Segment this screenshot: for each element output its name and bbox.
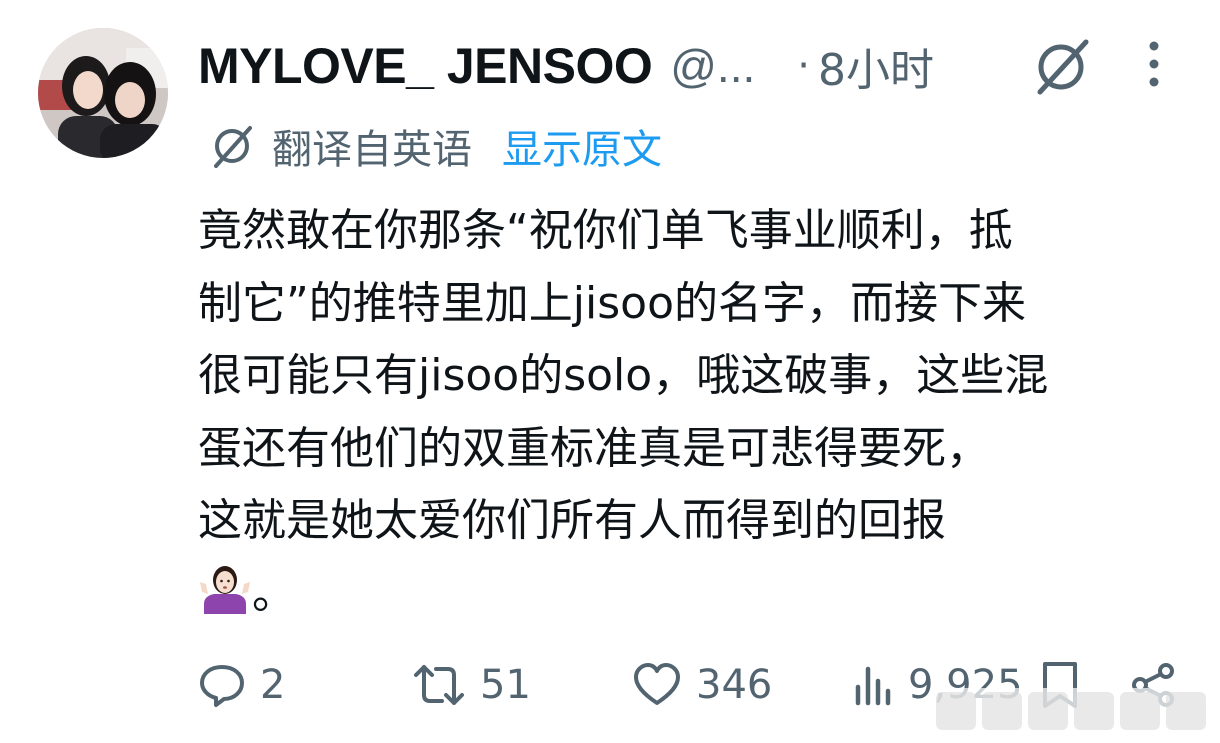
author-display-name[interactable]: MYLOVE_ JENSOO bbox=[198, 37, 653, 95]
post-body-line: 很可能只有jisoo的solo，哦这破事，这些混 bbox=[198, 350, 1049, 401]
post-timestamp[interactable]: 8小时 bbox=[818, 34, 934, 98]
post-body-line: 制它”的推特里加上jisoo的名字，而接下来 bbox=[198, 277, 1027, 329]
repost-count: 51 bbox=[480, 662, 531, 708]
more-icon[interactable] bbox=[1142, 40, 1166, 90]
reply-icon bbox=[200, 665, 244, 707]
show-original-link[interactable]: 显示原文 bbox=[502, 117, 662, 175]
separator-dot: · bbox=[797, 43, 810, 89]
post-body: 竟然敢在你那条“祝你们单飞事业顺利，抵 制它”的推特里加上jisoo的名字，而接… bbox=[198, 195, 1198, 630]
repost-icon bbox=[414, 665, 464, 705]
reply-count: 2 bbox=[260, 662, 286, 708]
post-body-tail: 。 bbox=[252, 567, 296, 619]
reply-button[interactable]: 2 bbox=[198, 650, 285, 720]
post-body-line: 竟然敢在你那条“祝你们单飞事业顺利，抵 bbox=[198, 205, 1013, 256]
watermark bbox=[930, 688, 1210, 734]
views-icon bbox=[855, 666, 891, 706]
grok-icon[interactable] bbox=[1030, 36, 1092, 98]
avatar[interactable] bbox=[38, 28, 168, 158]
avatar-image bbox=[38, 28, 168, 158]
translation-bar: 翻译自英语 显示原文 bbox=[208, 118, 662, 174]
person-shrugging-emoji bbox=[200, 565, 250, 614]
post-body-last-line: 。 bbox=[198, 558, 1198, 631]
grok-icon bbox=[214, 126, 252, 168]
post-body-line: 蛋还有他们的双重标准真是可悲得要死， bbox=[198, 422, 990, 474]
repost-button[interactable]: 51 bbox=[412, 650, 531, 720]
post-card: MYLOVE_ JENSOO @... · 8小时 翻译自英语 显示原文 竟然敢… bbox=[0, 0, 1220, 743]
like-count: 346 bbox=[696, 662, 773, 708]
translated-from-label: 翻译自英语 bbox=[272, 127, 472, 173]
like-button[interactable]: 346 bbox=[632, 650, 772, 720]
post-body-line: 这就是她太爱你们所有人而得到的回报 bbox=[198, 495, 946, 546]
like-icon bbox=[634, 663, 680, 705]
post-header: MYLOVE_ JENSOO @... · 8小时 bbox=[198, 36, 934, 96]
author-handle[interactable]: @... bbox=[670, 39, 755, 93]
